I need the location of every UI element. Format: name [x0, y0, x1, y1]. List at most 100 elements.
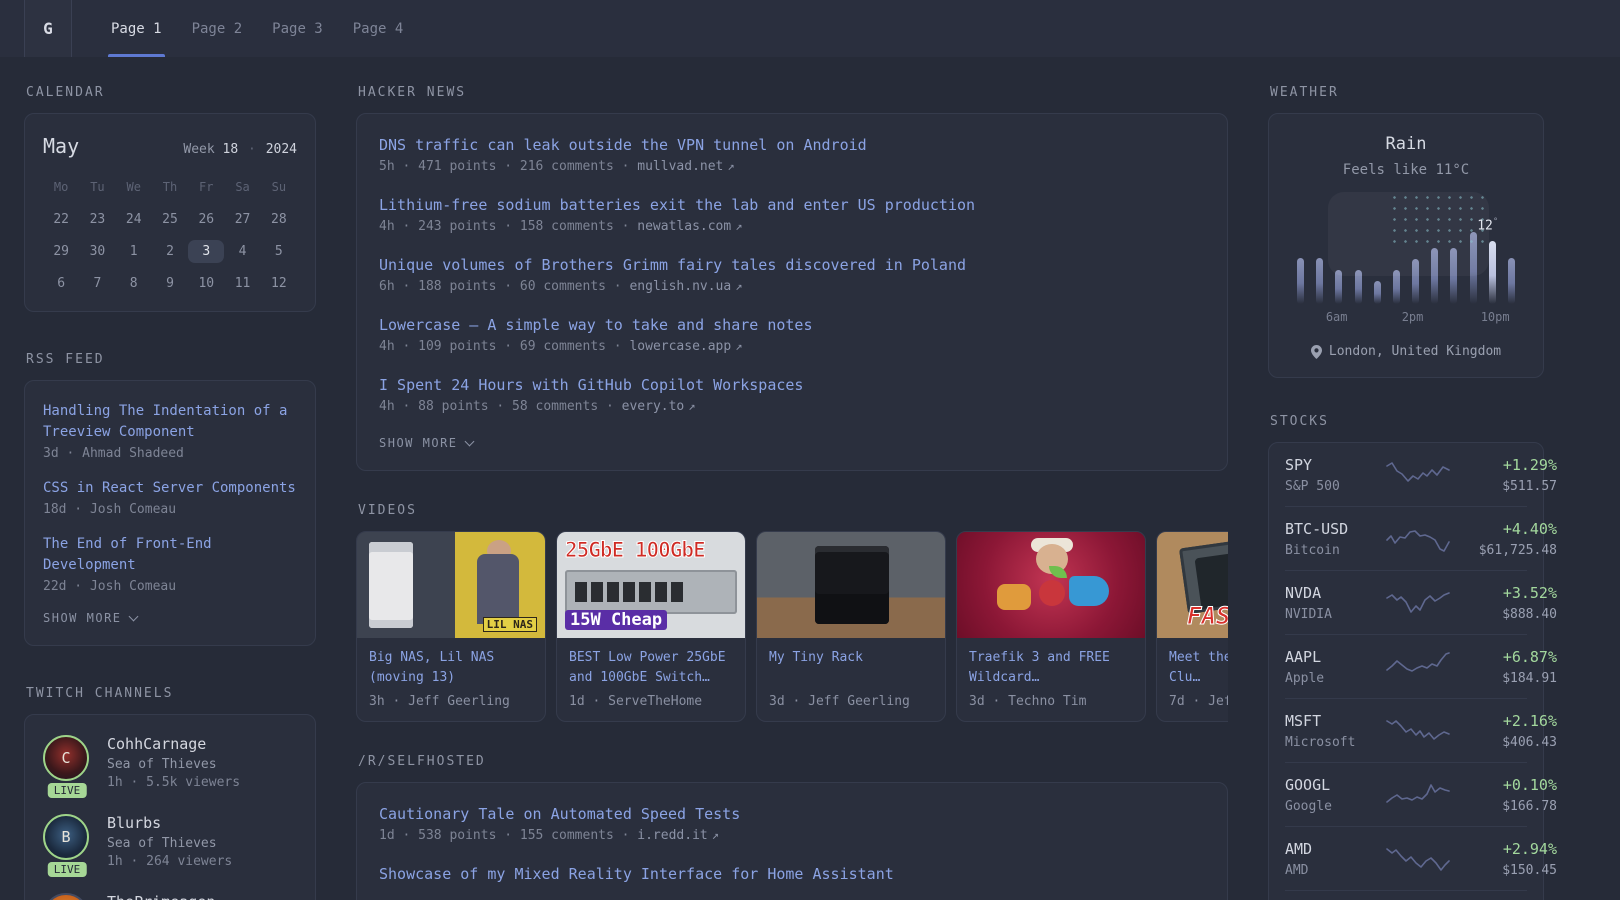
- app-logo[interactable]: G: [24, 0, 72, 57]
- location-pin-icon: [1310, 344, 1322, 359]
- stock-price: $184.91: [1502, 671, 1557, 686]
- twitch-channel-row[interactable]: C LIVE CohhCarnage Sea of Thieves 1h · 5…: [43, 735, 297, 798]
- calendar-section-title: CALENDAR: [26, 85, 105, 100]
- stock-sparkline: [1386, 848, 1450, 871]
- reddit-section-title: /R/SELFHOSTED: [358, 754, 486, 769]
- temperature-bar: [1488, 241, 1496, 304]
- story-domain-link[interactable]: english.nv.ua: [629, 279, 731, 294]
- list-item: Showcase of my Mixed Reality Interface f…: [379, 865, 1205, 883]
- story-domain-link[interactable]: mullvad.net: [637, 159, 723, 174]
- hackernews-show-more-button[interactable]: SHOW MORE: [379, 436, 1205, 450]
- stocks-widget: STOCKS SPY S&P 500 +1.29% $511.57 BTC-US…: [1268, 414, 1557, 900]
- tab-page-3[interactable]: Page 3: [257, 0, 338, 57]
- video-title[interactable]: My Tiny Rack: [769, 648, 933, 688]
- story-title[interactable]: DNS traffic can leak outside the VPN tun…: [379, 136, 1205, 154]
- story-meta: 4h · 243 points · 158 comments · newatla…: [379, 219, 743, 234]
- twitch-channel-row[interactable]: B LIVE Blurbs Sea of Thieves 1h · 264 vi…: [43, 814, 297, 877]
- video-meta: 3d · Jeff Geerling: [769, 694, 910, 709]
- stock-row[interactable]: MSFT Microsoft +2.16% $406.43: [1285, 698, 1557, 762]
- story-title[interactable]: I Spent 24 Hours with GitHub Copilot Wor…: [379, 376, 1205, 394]
- stock-row[interactable]: RDDT -1.65%: [1285, 890, 1527, 900]
- video-meta: 3h · Jeff Geerling: [369, 694, 510, 709]
- video-thumbnail[interactable]: LIL NAS: [357, 532, 545, 638]
- temperature-bar: [1316, 258, 1324, 304]
- calendar-month: May: [43, 134, 80, 158]
- stock-sparkline: [1386, 530, 1450, 552]
- external-link-icon: ↗: [735, 279, 743, 293]
- story-title[interactable]: Lowercase – A simple way to take and sha…: [379, 316, 1205, 334]
- reddit-widget: /R/SELFHOSTED Cautionary Tale on Automat…: [356, 754, 1228, 900]
- video-title[interactable]: BEST Low Power 25GbE and 100GbE Switch…: [569, 648, 733, 688]
- post-domain-link[interactable]: i.redd.it: [637, 828, 707, 843]
- video-thumbnail[interactable]: FAS: [1157, 532, 1228, 638]
- rss-item-title[interactable]: Handling The Indentation of a Treeview C…: [43, 401, 297, 443]
- video-thumbnail[interactable]: 25GbE 100GbE 15W Cheap: [557, 532, 745, 638]
- video-thumbnail[interactable]: [957, 532, 1145, 638]
- stock-symbol: SPY: [1285, 456, 1313, 474]
- twitch-widget: TWITCH CHANNELS C LIVE CohhCarnage Sea o…: [24, 686, 316, 900]
- video-title[interactable]: Meet the … Linux Clu…: [1169, 648, 1228, 688]
- stock-row[interactable]: AAPL Apple +6.87% $184.91: [1285, 634, 1557, 698]
- hackernews-card: DNS traffic can leak outside the VPN tun…: [356, 113, 1228, 471]
- rss-item-title[interactable]: The End of Front-End Development: [43, 534, 297, 576]
- channel-name[interactable]: CohhCarnage: [107, 735, 240, 753]
- video-carousel: LIL NAS Big NAS, Lil NAS (moving 13) 3h …: [356, 531, 1228, 722]
- stock-change: +2.94%: [1502, 840, 1557, 858]
- story-domain-link[interactable]: newatlas.com: [637, 219, 731, 234]
- calendar-day: 23: [89, 212, 106, 227]
- video-meta: 1d · ServeTheHome: [569, 694, 703, 709]
- calendar-day: 2: [166, 244, 174, 259]
- weekday-label: Tu: [90, 180, 105, 194]
- channel-game: Sea of Thieves: [107, 836, 217, 851]
- video-thumbnail[interactable]: [757, 532, 945, 638]
- video-card[interactable]: 25GbE 100GbE 15W Cheap BEST Low Power 25…: [556, 531, 746, 722]
- stock-price: $406.43: [1502, 735, 1557, 750]
- video-card[interactable]: Traefik 3 and FREE Wildcard… 3d · Techno…: [956, 531, 1146, 722]
- calendar-card: May Week 18 · 2024 Mo Tu We Th Fr Sa Su 22 23 24 2…: [24, 113, 316, 312]
- calendar-day: 8: [129, 276, 138, 291]
- axis-tick: 10pm: [1480, 310, 1510, 324]
- video-card[interactable]: FAS Meet the … Linux Clu… 7d · Jeff Geer…: [1156, 531, 1228, 722]
- channel-name[interactable]: Blurbs: [107, 814, 232, 832]
- post-meta: 1d · 538 points · 155 comments · i.redd.…: [379, 828, 719, 843]
- stock-price: $166.78: [1502, 799, 1557, 814]
- rss-show-more-button[interactable]: SHOW MORE: [43, 611, 297, 625]
- story-title[interactable]: Unique volumes of Brothers Grimm fairy t…: [379, 256, 1205, 274]
- video-card[interactable]: My Tiny Rack 3d · Jeff Geerling: [756, 531, 946, 722]
- weather-condition: Rain: [1385, 134, 1427, 154]
- channel-name[interactable]: ThePrimeagen: [107, 893, 215, 900]
- story-domain-link[interactable]: every.to: [622, 399, 685, 414]
- calendar-day: 4: [238, 244, 247, 259]
- post-title[interactable]: Cautionary Tale on Automated Speed Tests: [379, 805, 1205, 823]
- hackernews-widget: HACKER NEWS DNS traffic can leak outside…: [356, 85, 1228, 471]
- story-title[interactable]: Lithium-free sodium batteries exit the l…: [379, 196, 1205, 214]
- video-title[interactable]: Big NAS, Lil NAS (moving 13): [369, 648, 533, 688]
- stock-sparkline: [1386, 652, 1450, 672]
- stock-row[interactable]: GOOGL Google +0.10% $166.78: [1285, 762, 1557, 826]
- stock-change: +1.29%: [1502, 456, 1557, 474]
- tab-page-4[interactable]: Page 4: [338, 0, 419, 57]
- stock-row[interactable]: SPY S&P 500 +1.29% $511.57: [1285, 443, 1557, 506]
- twitch-card: C LIVE CohhCarnage Sea of Thieves 1h · 5…: [24, 714, 316, 900]
- video-title[interactable]: Traefik 3 and FREE Wildcard…: [969, 648, 1133, 688]
- story-domain-link[interactable]: lowercase.app: [629, 339, 731, 354]
- twitch-channel-row[interactable]: ThePrimeagen: [43, 893, 297, 900]
- weekday-label: Th: [162, 180, 178, 194]
- weekday-label: Su: [271, 180, 287, 194]
- stock-row[interactable]: NVDA NVIDIA +3.52% $888.40: [1285, 570, 1557, 634]
- tab-page-1[interactable]: Page 1: [96, 0, 177, 57]
- post-title[interactable]: Showcase of my Mixed Reality Interface f…: [379, 865, 1205, 883]
- temperature-bar: [1373, 281, 1381, 304]
- rss-item-title[interactable]: CSS in React Server Components: [43, 478, 297, 499]
- list-item: I Spent 24 Hours with GitHub Copilot Wor…: [379, 376, 1205, 414]
- external-link-icon: ↗: [735, 339, 743, 353]
- stock-name: Apple: [1285, 671, 1325, 686]
- story-meta: 6h · 188 points · 60 comments · english.…: [379, 279, 743, 294]
- stock-row[interactable]: AMD AMD +2.94% $150.45: [1285, 826, 1557, 890]
- videos-widget: VIDEOS LIL NAS Big NAS, Lil NAS (moving …: [356, 503, 1228, 722]
- tab-page-2[interactable]: Page 2: [177, 0, 258, 57]
- story-meta: 4h · 109 points · 69 comments · lowercas…: [379, 339, 743, 354]
- rss-item-meta: 22d · Josh Comeau: [43, 579, 177, 594]
- video-card[interactable]: LIL NAS Big NAS, Lil NAS (moving 13) 3h …: [356, 531, 546, 722]
- stock-row[interactable]: BTC-USD Bitcoin +4.40% $61,725.48: [1285, 506, 1557, 570]
